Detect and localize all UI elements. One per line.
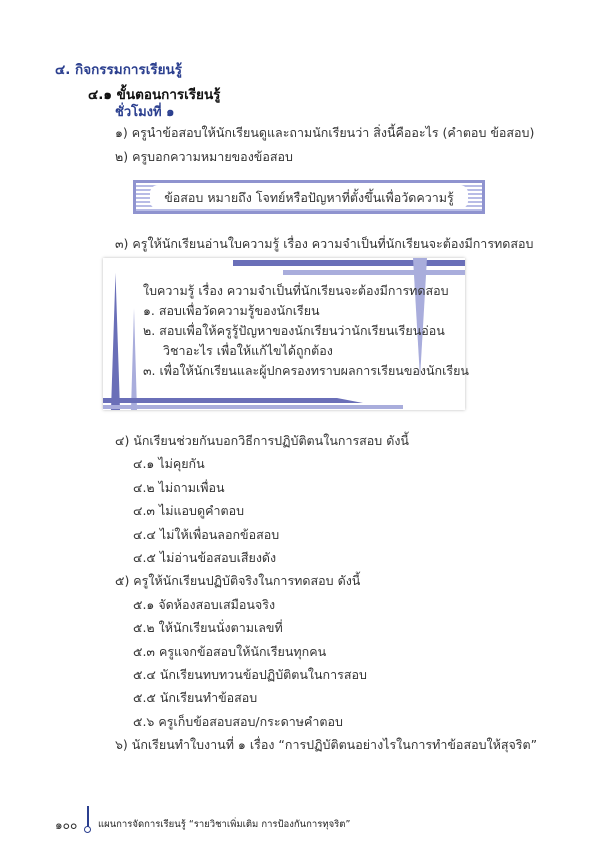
sheet-item: ๓. เพื่อให้นักเรียนและผู้ปกครองทราบผลการ… bbox=[143, 363, 469, 378]
step-3: ๓) ครูให้นักเรียนอ่านใบความรู้ เรื่อง คว… bbox=[115, 236, 534, 251]
footer-text: แผนการจัดการเรียนรู้ “รายวิชาเพิ่มเติม ก… bbox=[98, 819, 351, 830]
frame-bar bbox=[413, 258, 427, 378]
sheet-item: วิชาอะไร เพื่อให้แก้ไขได้ถูกต้อง bbox=[163, 343, 333, 358]
sub-step-item: ๔.๒ ไม่ถามเพื่อน bbox=[133, 479, 225, 495]
step-1: ๑) ครูนำข้อสอบให้นักเรียนดูและถามนักเรีย… bbox=[115, 125, 535, 140]
step-2: ๒) ครูบอกความหมายของข้อสอบ bbox=[115, 149, 293, 164]
knowledge-sheet-box: ใบความรู้ เรื่อง ความจำเป็นที่นักเรียนจะ… bbox=[103, 258, 469, 410]
page-number: ๑๐๐ bbox=[55, 818, 78, 832]
section-title: ๔. กิจกรรมการเรียนรู้ bbox=[55, 62, 182, 78]
sub-step-item: ๕.๑ จัดห้องสอบเสมือนจริง bbox=[133, 596, 276, 612]
sheet-title: ใบความรู้ เรื่อง ความจำเป็นที่นักเรียนจะ… bbox=[143, 283, 449, 298]
sub-step-item: ๕.๒ ให้นักเรียนนั่งตามเลขที่ bbox=[133, 620, 283, 636]
sub-step-item: ๔.๑ ไม่คุยกัน bbox=[133, 456, 205, 472]
sub-step-item: ๔.๔ ไม่ให้เพื่อนลอกข้อสอบ bbox=[133, 526, 280, 542]
sub-step-item: ๕.๕ นักเรียนทำข้อสอบ bbox=[133, 690, 258, 706]
sub-step-item: ๔.๓ ไม่แอบดูคำตอบ bbox=[133, 503, 245, 519]
section-subtitle: ๔.๑ ขั้นตอนการเรียนรู้ bbox=[88, 87, 221, 103]
frame-bar bbox=[103, 398, 363, 403]
frame-bar bbox=[111, 273, 120, 410]
sheet-item: ๒. สอบเพื่อให้ครูรู้ปัญหาของนักเรียนว่าน… bbox=[143, 323, 445, 338]
definition-box: ข้อสอบ หมายถึง โจทย์หรือปัญหาที่ตั้งขึ้น… bbox=[133, 180, 485, 214]
document-page: ๔. กิจกรรมการเรียนรู้ ๔.๑ ขั้นตอนการเรีย… bbox=[0, 0, 600, 849]
footer-divider bbox=[87, 806, 89, 828]
frame-bar bbox=[131, 308, 137, 410]
step-item: ๖) นักเรียนทำใบงานที่ ๑ เรื่อง “การปฏิบั… bbox=[115, 737, 538, 753]
sub-step-item: ๔.๕ ไม่อ่านข้อสอบเสียงดัง bbox=[133, 550, 277, 565]
frame-bar bbox=[283, 270, 465, 275]
sub-step-item: ๕.๔ นักเรียนทบทวนข้อปฏิบัติตนในการสอบ bbox=[133, 667, 367, 682]
definition-text: ข้อสอบ หมายถึง โจทย์หรือปัญหาที่ตั้งขึ้น… bbox=[164, 190, 454, 205]
footer-dot-icon bbox=[84, 826, 91, 833]
frame-bar bbox=[233, 260, 465, 266]
sheet-item: ๑. สอบเพื่อวัดความรู้ของนักเรียน bbox=[143, 303, 320, 318]
hour-heading: ชั่วโมงที่ ๑ bbox=[115, 105, 175, 120]
step-item: ๔) นักเรียนช่วยกันบอกวิธีการปฏิบัติตนในก… bbox=[115, 433, 409, 448]
sub-step-item: ๕.๓ ครูแจกข้อสอบให้นักเรียนทุกคน bbox=[133, 643, 327, 659]
frame-bar bbox=[103, 405, 403, 409]
sub-step-item: ๕.๖ ครูเก็บข้อสอบสอบ/กระดาษคำตอบ bbox=[133, 713, 343, 729]
step-item: ๕) ครูให้นักเรียนปฏิบัติจริงในการทดสอบ ด… bbox=[115, 573, 361, 589]
